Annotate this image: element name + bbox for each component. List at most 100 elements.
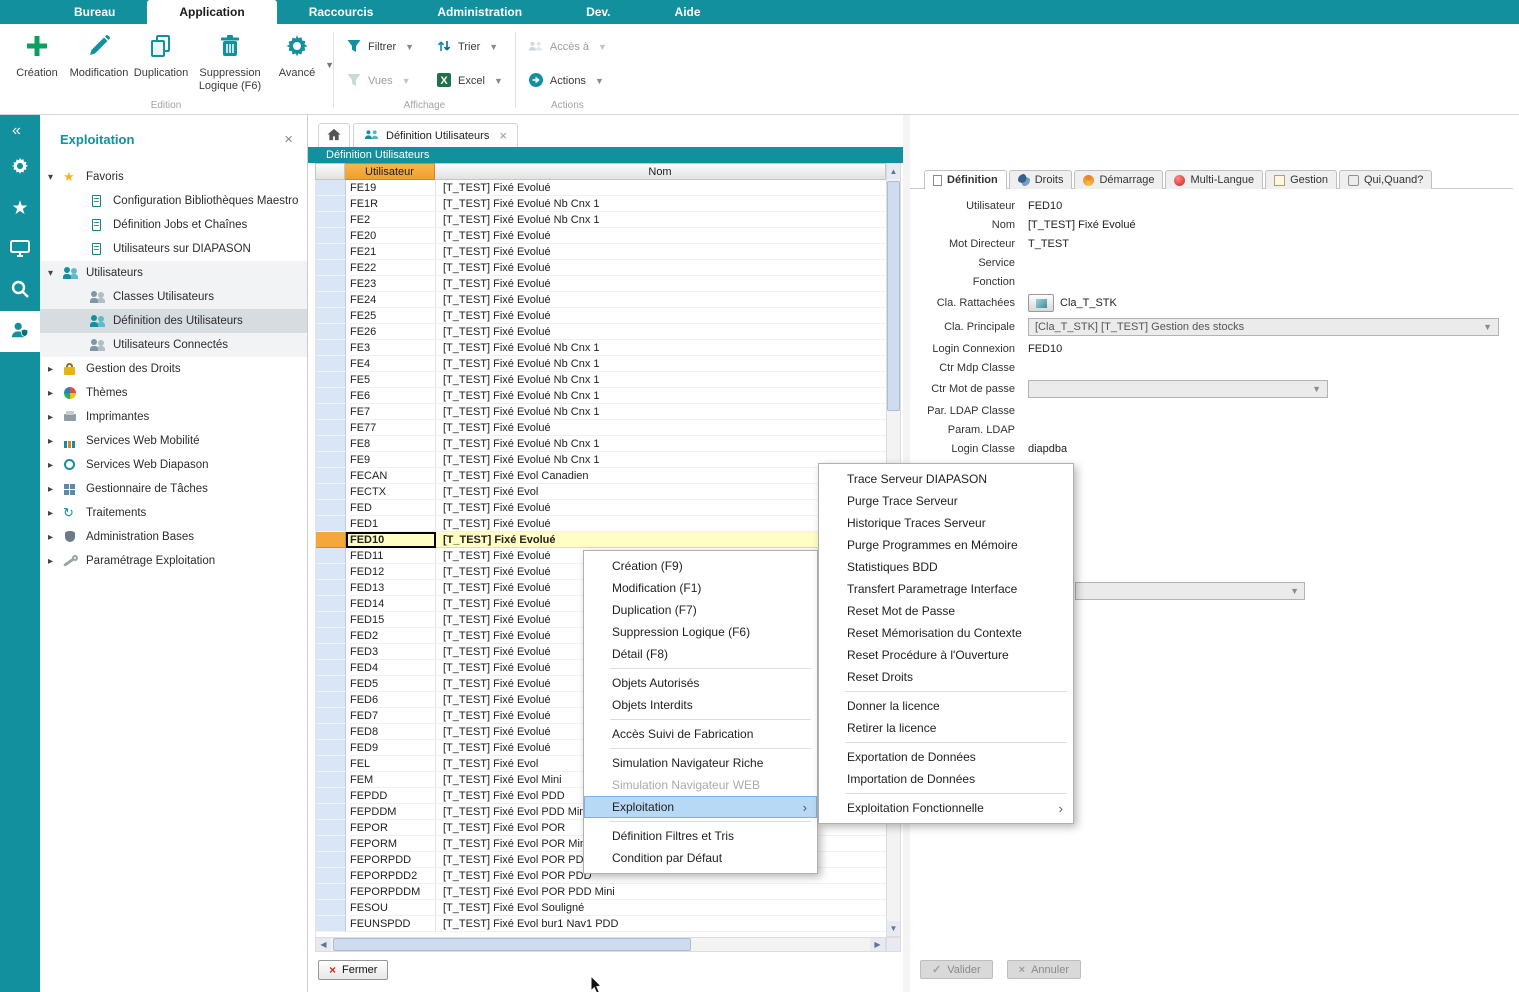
table-row[interactable]: FE26 [T_TEST] Fixé Evolué	[316, 324, 886, 340]
table-row[interactable]: FED1 [T_TEST] Fixé Evolué	[316, 516, 886, 532]
context-menu-item[interactable]: Détail (F8)	[584, 643, 817, 665]
table-row[interactable]: FED10 [T_TEST] Fixé Evolué	[316, 532, 886, 548]
row-selector[interactable]	[316, 900, 346, 916]
row-selector[interactable]	[316, 404, 346, 420]
chevron-down-icon[interactable]: ▼	[1290, 586, 1299, 596]
table-row[interactable]: FE3 [T_TEST] Fixé Evolué Nb Cnx 1	[316, 340, 886, 356]
tree-item[interactable]: ▸ Paramétrage Exploitation	[40, 549, 307, 573]
field-value-box[interactable]: [T_TEST] Fixé Evolué ▼	[1028, 219, 1519, 231]
table-row[interactable]: FE6 [T_TEST] Fixé Evolué Nb Cnx 1	[316, 388, 886, 404]
table-row[interactable]: FE2 [T_TEST] Fixé Evolué Nb Cnx 1	[316, 212, 886, 228]
close-panel-icon[interactable]: ×	[284, 131, 293, 148]
table-row[interactable]: FE9 [T_TEST] Fixé Evolué Nb Cnx 1	[316, 452, 886, 468]
row-selector[interactable]	[316, 212, 346, 228]
submenu-item[interactable]: Exportation de Données	[819, 746, 1073, 768]
tree-item[interactable]: ▾ Utilisateurs	[40, 261, 307, 285]
detail-tab[interactable]: Définition	[924, 170, 1007, 189]
row-selector[interactable]	[316, 596, 346, 612]
row-selector[interactable]	[316, 692, 346, 708]
table-row[interactable]: FE20 [T_TEST] Fixé Evolué	[316, 228, 886, 244]
context-menu-item[interactable]: Création (F9)	[584, 555, 817, 577]
submenu-item[interactable]: Importation de Données	[819, 768, 1073, 790]
table-row[interactable]: FE4 [T_TEST] Fixé Evolué Nb Cnx 1	[316, 356, 886, 372]
desktop-strip-button[interactable]	[0, 229, 40, 270]
expander-icon[interactable]: ▸	[48, 532, 63, 543]
duplication-button[interactable]: Duplication	[130, 24, 192, 98]
row-selector[interactable]	[316, 180, 346, 196]
table-row[interactable]: FE24 [T_TEST] Fixé Evolué	[316, 292, 886, 308]
fermer-button[interactable]: × Fermer	[318, 960, 388, 980]
menubar-item[interactable]: Application	[147, 0, 276, 24]
tree-item[interactable]: ▸ Services Web Mobilité	[40, 429, 307, 453]
context-menu-item[interactable]: Suppression Logique (F6)	[584, 621, 817, 643]
tree-item[interactable]: Configuration Bibliothèques Maestro	[40, 189, 307, 213]
creation-button[interactable]: Création	[6, 24, 68, 98]
tree-item[interactable]: ▸ Gestion des Droits	[40, 357, 307, 381]
row-selector[interactable]	[316, 436, 346, 452]
class-lookup-button[interactable]	[1028, 294, 1054, 312]
close-tab-icon[interactable]: ×	[499, 128, 507, 143]
menubar-item[interactable]: Bureau	[42, 0, 147, 24]
row-selector[interactable]	[316, 612, 346, 628]
row-selector[interactable]	[316, 916, 346, 932]
row-selector[interactable]	[316, 484, 346, 500]
chevron-down-icon[interactable]: ▼	[1483, 322, 1492, 332]
table-row[interactable]: FE25 [T_TEST] Fixé Evolué	[316, 308, 886, 324]
submenu-item[interactable]: Trace Serveur DIAPASON	[819, 468, 1073, 490]
row-selector[interactable]	[316, 868, 346, 884]
table-row[interactable]: FE7 [T_TEST] Fixé Evolué Nb Cnx 1	[316, 404, 886, 420]
row-selector[interactable]	[316, 468, 346, 484]
row-selector[interactable]	[316, 356, 346, 372]
submenu-item[interactable]: Exploitation Fonctionnelle ›	[819, 797, 1073, 819]
table-row[interactable]: FE23 [T_TEST] Fixé Evolué	[316, 276, 886, 292]
table-row[interactable]: FEUNSPDD [T_TEST] Fixé Evol bur1 Nav1 PD…	[316, 916, 886, 932]
row-selector[interactable]	[316, 564, 346, 580]
submenu-item[interactable]: Transfert Parametrage Interface	[819, 578, 1073, 600]
table-row[interactable]: FED [T_TEST] Fixé Evolué	[316, 500, 886, 516]
submenu-item[interactable]: Reset Droits	[819, 666, 1073, 688]
column-header-nom[interactable]: Nom	[435, 163, 886, 180]
horizontal-scroll-thumb[interactable]	[333, 938, 691, 951]
chevron-down-icon[interactable]: ▼	[489, 42, 498, 52]
row-selector[interactable]	[316, 804, 346, 820]
row-selector[interactable]	[316, 452, 346, 468]
search-strip-button[interactable]	[0, 270, 40, 311]
row-selector[interactable]	[316, 724, 346, 740]
row-selector[interactable]	[316, 756, 346, 772]
submenu-item[interactable]: Purge Programmes en Mémoire	[819, 534, 1073, 556]
scroll-down-icon[interactable]: ▼	[887, 921, 900, 936]
menubar-item[interactable]: Aide	[643, 0, 733, 24]
row-selector[interactable]	[316, 308, 346, 324]
horizontal-scrollbar[interactable]: ◀ ▶	[315, 937, 886, 952]
expander-icon[interactable]: ▸	[48, 484, 63, 495]
empty-combobox[interactable]: ▼	[1075, 582, 1305, 600]
table-row[interactable]: FE1R [T_TEST] Fixé Evolué Nb Cnx 1	[316, 196, 886, 212]
field-value-box[interactable]: ▼	[1028, 380, 1328, 398]
row-selector[interactable]	[316, 852, 346, 868]
expander-icon[interactable]: ▸	[48, 412, 63, 423]
context-menu-item[interactable]: Duplication (F7)	[584, 599, 817, 621]
row-selector[interactable]	[316, 388, 346, 404]
submenu-item[interactable]: Donner la licence	[819, 695, 1073, 717]
modification-button[interactable]: Modification	[68, 24, 130, 98]
menubar-item[interactable]: Administration	[405, 0, 554, 24]
expander-icon[interactable]: ▾	[48, 172, 63, 183]
chevron-down-icon[interactable]: ▼	[595, 76, 604, 86]
scroll-left-icon[interactable]: ◀	[316, 938, 331, 951]
row-selector[interactable]	[316, 772, 346, 788]
row-selector[interactable]	[316, 788, 346, 804]
tree-item[interactable]: ▸ Administration Bases	[40, 525, 307, 549]
acces-a-button[interactable]: Accès à ▼	[523, 32, 612, 62]
settings-strip-button[interactable]	[0, 147, 40, 188]
expander-icon[interactable]: ▸	[48, 388, 63, 399]
trier-button[interactable]: Trier ▼	[431, 32, 508, 62]
table-row[interactable]: FE19 [T_TEST] Fixé Evolué	[316, 180, 886, 196]
table-row[interactable]: FE8 [T_TEST] Fixé Evolué Nb Cnx 1	[316, 436, 886, 452]
row-selector[interactable]	[316, 276, 346, 292]
expander-icon[interactable]: ▸	[48, 460, 63, 471]
avance-button[interactable]: Avancé ▼	[268, 24, 326, 98]
column-header-utilisateur[interactable]: Utilisateur	[345, 163, 435, 180]
row-selector[interactable]	[316, 292, 346, 308]
submenu-item[interactable]: Purge Trace Serveur	[819, 490, 1073, 512]
scroll-right-icon[interactable]: ▶	[870, 938, 885, 951]
